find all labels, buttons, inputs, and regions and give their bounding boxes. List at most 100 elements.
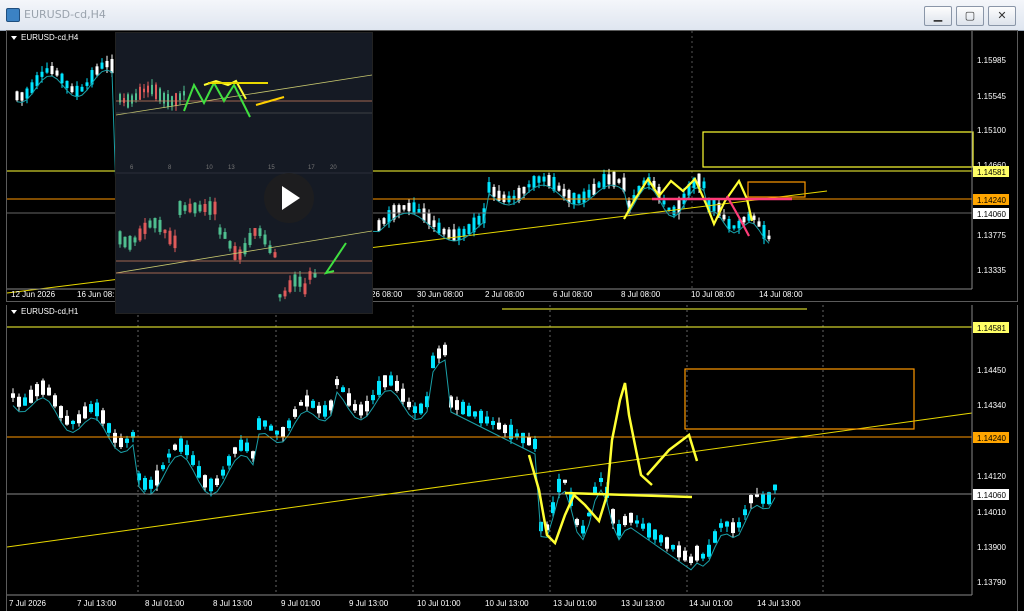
candle bbox=[60, 73, 64, 84]
thumb-axis-label: 10 bbox=[206, 165, 213, 171]
candle bbox=[537, 176, 541, 183]
candle bbox=[377, 220, 381, 231]
candle bbox=[163, 229, 167, 234]
candle bbox=[299, 402, 303, 406]
candle bbox=[467, 405, 471, 417]
candle bbox=[757, 221, 761, 227]
candle bbox=[215, 478, 219, 486]
candle bbox=[647, 523, 651, 538]
candle bbox=[397, 205, 401, 214]
h1-time-label: 10 Jul 01:00 bbox=[417, 599, 461, 608]
candle bbox=[743, 509, 747, 516]
candle bbox=[70, 86, 74, 93]
candle bbox=[128, 235, 132, 250]
h1-time-label: 7 Jul 13:00 bbox=[77, 599, 117, 608]
candle bbox=[221, 469, 225, 476]
candle bbox=[767, 235, 771, 240]
candle bbox=[197, 466, 201, 478]
candle bbox=[407, 401, 411, 408]
thumbnail-chart: 6 8 10 13 15 17 20 bbox=[116, 74, 372, 302]
candle bbox=[689, 556, 693, 564]
h4-tag-label: 1.14581 bbox=[977, 168, 1006, 177]
candle bbox=[119, 438, 123, 448]
candle bbox=[243, 243, 247, 255]
candle bbox=[719, 523, 723, 528]
candle bbox=[727, 218, 731, 230]
candle bbox=[45, 68, 49, 73]
candle bbox=[341, 387, 345, 393]
candle bbox=[547, 175, 551, 187]
candle bbox=[218, 227, 222, 235]
candle bbox=[533, 439, 537, 449]
candle bbox=[641, 523, 645, 529]
candle bbox=[173, 444, 177, 450]
h1-chart-panel[interactable]: 1.14450 1.14340 1.14120 1.14010 1.13900 … bbox=[6, 305, 1018, 611]
title-bar[interactable]: EURUSD-cd,H4 ▁ ▢ ✕ bbox=[0, 0, 1024, 31]
play-icon[interactable] bbox=[264, 173, 314, 223]
candle bbox=[85, 82, 89, 86]
candle bbox=[731, 522, 735, 534]
candle bbox=[257, 418, 261, 430]
candle bbox=[59, 406, 63, 418]
candle bbox=[173, 235, 177, 249]
candle bbox=[557, 478, 561, 493]
candle bbox=[582, 191, 586, 203]
h4-time-label: 6 Jul 08:00 bbox=[553, 290, 593, 299]
candle bbox=[413, 406, 417, 413]
candle bbox=[447, 229, 451, 239]
candle bbox=[377, 380, 381, 395]
candle bbox=[155, 84, 157, 99]
candle bbox=[161, 465, 165, 470]
candle bbox=[83, 406, 87, 419]
candle bbox=[107, 423, 111, 433]
h1-price-label: 1.13900 bbox=[977, 543, 1006, 552]
h4-time-label: 8 Jul 08:00 bbox=[621, 290, 661, 299]
candle bbox=[167, 453, 171, 458]
terminal-window: EURUSD-cd,H4 ▁ ▢ ✕ 1.15985 1.15545 1.151… bbox=[0, 0, 1024, 611]
candle bbox=[303, 283, 307, 295]
h4-time-label: 26 08:00 bbox=[371, 290, 403, 299]
candle bbox=[273, 252, 277, 258]
candle bbox=[139, 86, 141, 100]
candle bbox=[149, 479, 153, 489]
candle bbox=[118, 231, 122, 245]
candle bbox=[532, 176, 536, 188]
candle bbox=[477, 215, 481, 225]
candle bbox=[50, 65, 54, 75]
candle bbox=[11, 393, 15, 398]
candle bbox=[599, 478, 603, 483]
maximize-button[interactable]: ▢ bbox=[956, 6, 984, 26]
thumb-axis-label: 13 bbox=[228, 165, 235, 171]
h1-panel-title: EURUSD-cd,H1 bbox=[11, 307, 78, 316]
candle bbox=[562, 188, 566, 197]
h1-time-label: 8 Jul 01:00 bbox=[145, 599, 185, 608]
candle bbox=[80, 86, 84, 92]
candle bbox=[607, 174, 611, 185]
caret-down-icon bbox=[11, 309, 17, 314]
candle bbox=[278, 294, 282, 298]
candle bbox=[521, 432, 525, 444]
candle bbox=[47, 387, 51, 396]
candle bbox=[455, 400, 459, 410]
candle bbox=[402, 205, 406, 210]
h1-time-label: 10 Jul 13:00 bbox=[485, 599, 529, 608]
candle bbox=[542, 176, 546, 182]
candle bbox=[293, 409, 297, 417]
h1-price-label: 1.14450 bbox=[977, 366, 1006, 375]
candle bbox=[389, 375, 393, 386]
candle bbox=[123, 98, 125, 103]
candle bbox=[183, 91, 185, 96]
h4-price-label: 1.13335 bbox=[977, 266, 1006, 275]
candle bbox=[168, 230, 172, 245]
h4-time-label: 30 Jun 08:00 bbox=[417, 290, 464, 299]
close-button[interactable]: ✕ bbox=[988, 6, 1016, 26]
candle bbox=[89, 404, 93, 413]
video-thumbnail[interactable]: 6 8 10 13 15 17 20 bbox=[115, 32, 373, 314]
candle bbox=[95, 66, 99, 75]
candle bbox=[371, 394, 375, 401]
h4-tag-label: 1.14240 bbox=[977, 196, 1006, 205]
minimize-button[interactable]: ▁ bbox=[924, 6, 952, 26]
h1-chart-canvas[interactable]: 1.14450 1.14340 1.14120 1.14010 1.13900 … bbox=[7, 305, 1017, 611]
candle bbox=[581, 525, 585, 534]
candle bbox=[283, 290, 287, 297]
